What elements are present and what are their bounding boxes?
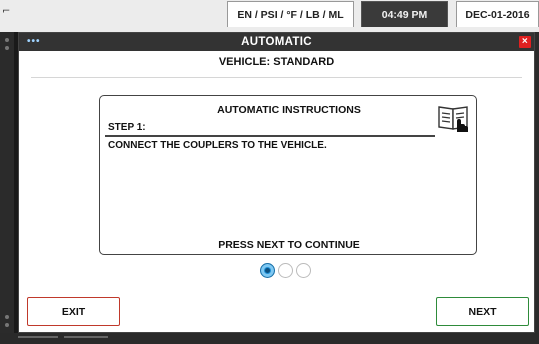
exit-button[interactable]: EXIT [27,297,120,326]
automatic-window: ••• AUTOMATIC × VEHICLE: STANDARD AUTOMA… [18,32,535,333]
bezel-segment [18,336,58,338]
left-bezel [0,32,14,344]
bezel-dot [5,46,9,50]
continue-hint: PRESS NEXT TO CONTINUE [218,239,360,251]
units-tab[interactable]: EN / PSI / °F / LB / ML [227,1,354,27]
window-title: AUTOMATIC [241,36,312,48]
pager-dot-1[interactable] [260,263,275,278]
instructions-title: AUTOMATIC INSTRUCTIONS [217,104,361,116]
time-tab: 04:49 PM [361,1,448,27]
bottom-bezel [0,333,539,344]
corner-mark-icon: ⌐ [2,6,11,17]
bezel-segment [64,336,108,338]
instructions-panel: AUTOMATIC INSTRUCTIONS STEP 1: CONNECT T… [99,95,477,255]
window-menu-icon[interactable]: ••• [27,37,41,47]
bezel-dot [5,315,9,319]
bezel-dot [5,323,9,327]
next-button[interactable]: NEXT [436,297,529,326]
bezel-dot [5,38,9,42]
right-bezel [535,32,539,344]
step-divider [105,135,435,137]
header-divider [31,77,522,78]
status-strip: ⌐ EN / PSI / °F / LB / ML 04:49 PM DEC-0… [0,0,539,32]
step-pager [19,263,534,279]
pager-dot-2[interactable] [278,263,293,278]
window-titlebar: ••• AUTOMATIC × [19,33,534,51]
vehicle-label: VEHICLE: STANDARD [218,56,335,68]
pager-dot-3[interactable] [296,263,311,278]
date-tab: DEC-01-2016 [456,1,539,27]
close-icon[interactable]: × [519,36,531,48]
step-label: STEP 1: [108,122,146,133]
step-instruction: CONNECT THE COUPLERS TO THE VEHICLE. [108,140,327,151]
manual-book-hand-icon[interactable] [437,101,471,133]
